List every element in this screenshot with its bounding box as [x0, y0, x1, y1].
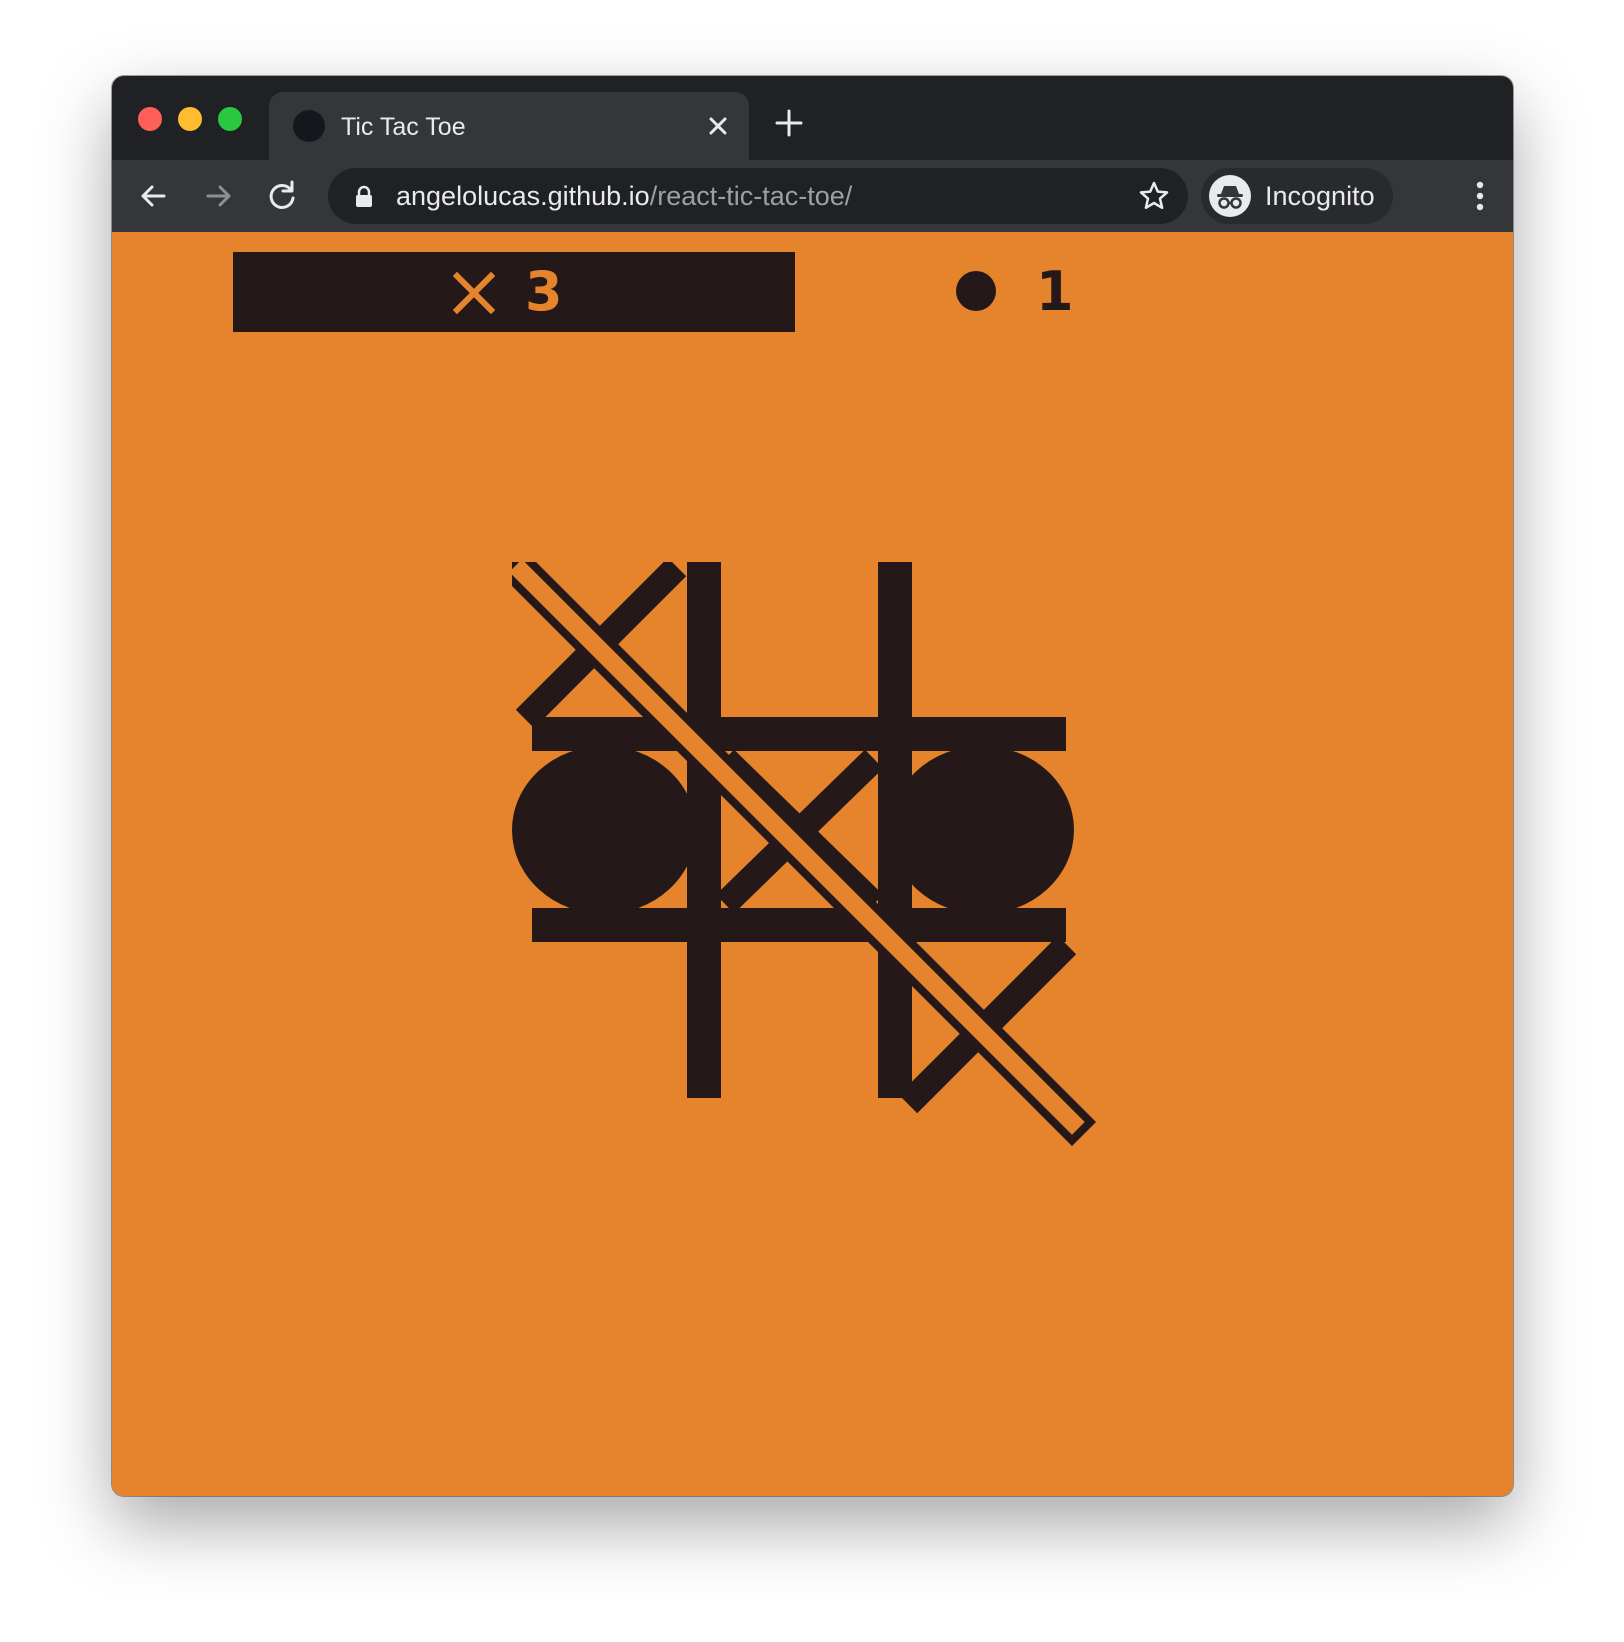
reload-icon[interactable] [262, 176, 302, 216]
close-icon[interactable] [703, 111, 733, 141]
tab-title: Tic Tac Toe [341, 113, 466, 141]
score-o-value: 1 [1036, 260, 1074, 323]
x-icon [452, 271, 496, 315]
score-o-panel: 1 [956, 252, 1356, 332]
o-mark-cell-5[interactable] [890, 746, 1074, 914]
score-x-value: 3 [525, 260, 563, 323]
close-window-button[interactable] [138, 107, 162, 131]
url-path: /react-tic-tac-toe/ [649, 181, 853, 211]
o-icon [956, 271, 996, 311]
browser-window: Tic Tac Toe angelolucas.github.io/react-… [112, 76, 1513, 1496]
kebab-menu-icon[interactable] [1475, 178, 1485, 214]
score-x-panel: 3 [233, 252, 795, 332]
url-host: angelolucas.github.io [396, 181, 650, 211]
tab-tic-tac-toe[interactable]: Tic Tac Toe [269, 92, 749, 160]
favicon-icon [293, 110, 325, 142]
game-board [512, 562, 1122, 1172]
page-content: 3 1 [112, 232, 1513, 1496]
incognito-profile-button[interactable]: Incognito [1201, 168, 1393, 224]
back-arrow-icon[interactable] [134, 176, 174, 216]
url-text[interactable]: angelolucas.github.io/react-tic-tac-toe/ [396, 181, 852, 211]
incognito-icon [1209, 175, 1251, 217]
maximize-window-button[interactable] [218, 107, 242, 131]
grid-line-h1 [532, 717, 1066, 751]
browser-toolbar: angelolucas.github.io/react-tic-tac-toe/… [112, 160, 1513, 232]
incognito-label: Incognito [1265, 181, 1375, 211]
minimize-window-button[interactable] [178, 107, 202, 131]
address-bar[interactable]: angelolucas.github.io/react-tic-tac-toe/ [328, 168, 1188, 224]
plus-icon[interactable] [772, 106, 806, 140]
forward-arrow-icon[interactable] [198, 176, 238, 216]
tab-strip: Tic Tac Toe [112, 76, 1513, 160]
star-icon[interactable] [1138, 180, 1170, 212]
lock-icon[interactable] [354, 185, 374, 207]
o-mark-cell-3[interactable] [512, 746, 696, 914]
